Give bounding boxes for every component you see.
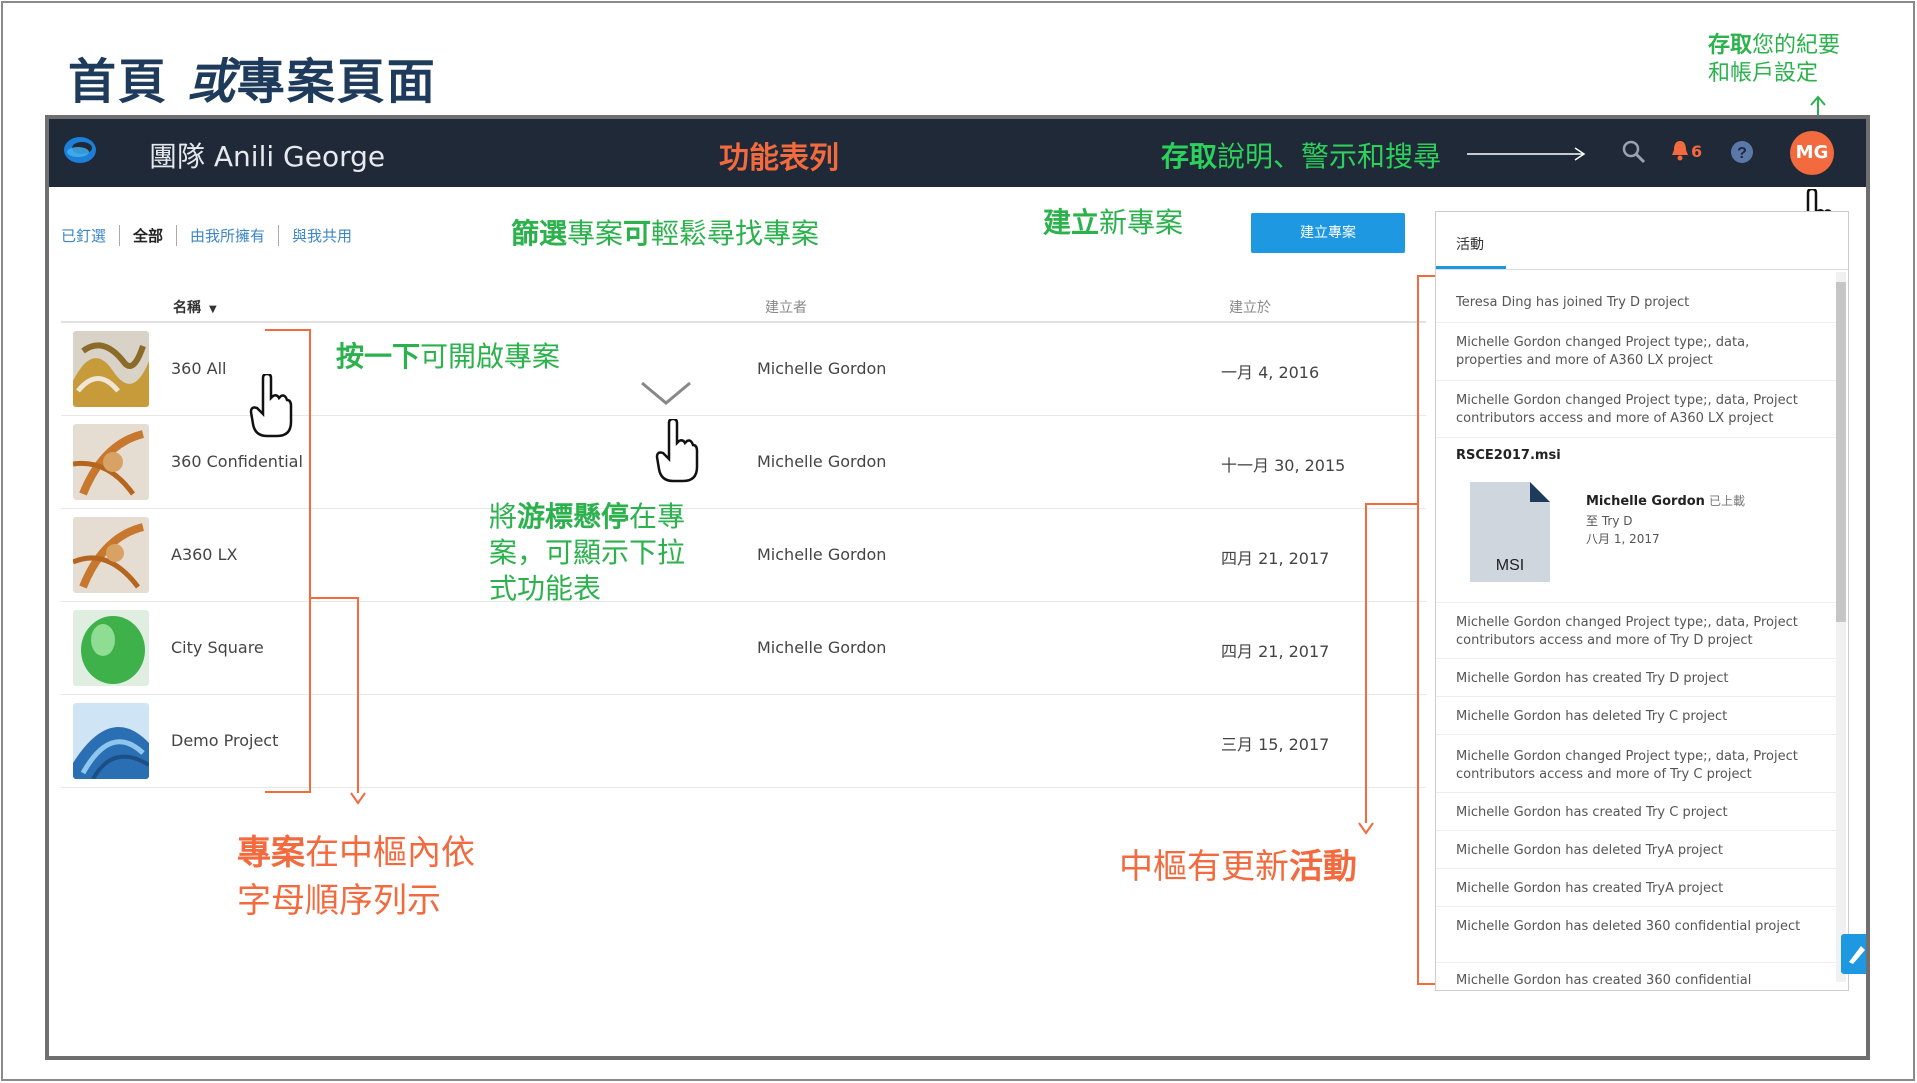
project-name[interactable]: 360 All xyxy=(171,359,226,378)
project-date: 四月 21, 2017 xyxy=(1221,642,1330,661)
project-name[interactable]: Demo Project xyxy=(171,731,278,750)
create-project-button[interactable]: 建立專案 xyxy=(1251,213,1405,253)
app-frame: 團隊 Anili George 功能表列 存取說明、警示和搜尋 6 ? MG 已… xyxy=(45,115,1870,1060)
activity-annotation: 中樞有更新活動 xyxy=(1119,847,1357,887)
hand-cursor-icon xyxy=(655,419,699,483)
scrollbar-thumb[interactable] xyxy=(1836,282,1846,622)
filter-owned[interactable]: 由我所擁有 xyxy=(177,225,280,246)
divider xyxy=(1436,696,1836,697)
divider xyxy=(1436,734,1836,735)
file-date: 八月 1, 2017 xyxy=(1586,532,1660,546)
activity-item: Michelle Gordon has created Try D projec… xyxy=(1456,671,1729,686)
open-project-annotation: 按一下可開啟專案 xyxy=(336,340,561,373)
project-creator: Michelle Gordon xyxy=(757,359,887,378)
file-user: Michelle Gordon 已上載 xyxy=(1586,494,1745,509)
divider xyxy=(1436,906,1836,907)
activity-item: Michelle Gordon changed Project type;, d… xyxy=(1456,335,1750,368)
filter-all[interactable]: 全部 xyxy=(120,225,178,246)
project-date: 十一月 30, 2015 xyxy=(1221,456,1346,475)
file-icon[interactable]: MSI xyxy=(1470,482,1550,582)
activity-item: Michelle Gordon changed Project type;, d… xyxy=(1456,749,1798,782)
project-thumbnail[interactable] xyxy=(73,610,149,686)
activity-item: Michelle Gordon changed Project type;, d… xyxy=(1456,393,1798,426)
divider xyxy=(1436,962,1836,963)
project-thumbnail[interactable] xyxy=(73,331,149,407)
divider xyxy=(1436,602,1836,603)
project-date: 三月 15, 2017 xyxy=(1221,735,1330,754)
project-name[interactable]: City Square xyxy=(171,638,264,657)
project-date: 四月 21, 2017 xyxy=(1221,549,1330,568)
create-annotation: 建立新專案 xyxy=(1043,206,1184,239)
project-thumbnail[interactable] xyxy=(73,703,149,779)
file-label: MSI xyxy=(1496,557,1524,574)
file-name[interactable]: RSCE2017.msi xyxy=(1456,448,1561,463)
alphabetical-annotation: 專案在中樞內依 字母順序列示 xyxy=(237,833,475,921)
divider xyxy=(1436,868,1836,869)
bracket-connector xyxy=(1365,503,1417,505)
activity-item: Michelle Gordon has deleted TryA project xyxy=(1456,843,1723,858)
divider xyxy=(1436,792,1836,793)
alphabetical-bracket xyxy=(265,329,311,793)
page-title: 首頁 或專案頁面 xyxy=(68,54,437,110)
project-thumbnail[interactable] xyxy=(73,517,149,593)
project-creator: Michelle Gordon xyxy=(757,638,887,657)
account-settings-note: 存取您的紀要 和帳戶設定 xyxy=(1708,33,1841,86)
column-name[interactable]: 名稱 ▼ xyxy=(173,297,217,317)
logo-icon[interactable] xyxy=(63,133,97,167)
tab-activity[interactable]: 活動 xyxy=(1456,234,1484,254)
down-arrow-icon xyxy=(350,792,366,805)
project-date: 一月 4, 2016 xyxy=(1221,363,1320,382)
activity-item: Michelle Gordon has deleted Try C projec… xyxy=(1456,709,1728,724)
activity-item: Teresa Ding has joined Try D project xyxy=(1456,295,1690,310)
project-thumbnail[interactable] xyxy=(73,424,149,500)
project-filters: 已釘選 全部 由我所擁有 與我共用 xyxy=(61,225,365,246)
svg-text:?: ? xyxy=(1737,145,1747,162)
menu-bar-annotation: 功能表列 xyxy=(719,141,839,176)
bracket-connector xyxy=(357,597,359,793)
column-created[interactable]: 建立於 xyxy=(1229,297,1271,317)
activity-panel: 活動 Teresa Ding has joined Try D project … xyxy=(1435,211,1849,991)
side-panel-tab[interactable] xyxy=(1841,934,1866,974)
activity-item: Michelle Gordon has deleted 360 confiden… xyxy=(1456,919,1801,934)
activity-item: Michelle Gordon has created 360 confiden… xyxy=(1456,973,1752,988)
filter-pinned[interactable]: 已釘選 xyxy=(61,225,121,246)
project-creator: Michelle Gordon xyxy=(757,452,887,471)
bracket-connector xyxy=(1365,503,1367,823)
tab-divider xyxy=(1436,269,1848,270)
column-creator[interactable]: 建立者 xyxy=(765,297,807,317)
file-destination: 至 Try D xyxy=(1586,514,1633,528)
divider xyxy=(1436,380,1836,381)
help-icon[interactable]: ? xyxy=(1729,139,1755,165)
search-icon[interactable] xyxy=(1621,139,1647,165)
pen-icon xyxy=(1849,946,1865,964)
filter-annotation: 篩選專案可輕鬆尋找專案 xyxy=(511,217,820,250)
menu-bar: 團隊 Anili George 功能表列 存取說明、警示和搜尋 6 ? MG xyxy=(49,119,1866,187)
right-arrow-icon xyxy=(1467,147,1586,161)
team-name[interactable]: 團隊 Anili George xyxy=(149,135,385,175)
divider xyxy=(1436,322,1836,323)
project-name[interactable]: A360 LX xyxy=(171,545,237,564)
activity-item: Michelle Gordon changed Project type;, d… xyxy=(1456,615,1798,648)
chevron-down-icon[interactable] xyxy=(640,381,692,407)
down-arrow-icon xyxy=(1358,822,1374,835)
access-annotation: 存取說明、警示和搜尋 xyxy=(1161,140,1442,173)
divider xyxy=(1436,437,1836,438)
project-creator: Michelle Gordon xyxy=(757,545,887,564)
avatar[interactable]: MG xyxy=(1790,131,1834,175)
divider xyxy=(1436,830,1836,831)
sort-caret-icon: ▼ xyxy=(209,304,217,315)
notification-count: 6 xyxy=(1691,142,1703,161)
filter-shared[interactable]: 與我共用 xyxy=(279,225,365,246)
divider xyxy=(1436,658,1836,659)
hover-annotation: 將游標懸停在專 案，可顯示下拉 式功能表 xyxy=(489,500,686,605)
activity-item: Michelle Gordon has created TryA project xyxy=(1456,881,1724,896)
activity-item: Michelle Gordon has created Try C projec… xyxy=(1456,805,1728,820)
bell-icon[interactable]: 6 xyxy=(1671,139,1711,165)
bracket-connector xyxy=(311,597,359,599)
